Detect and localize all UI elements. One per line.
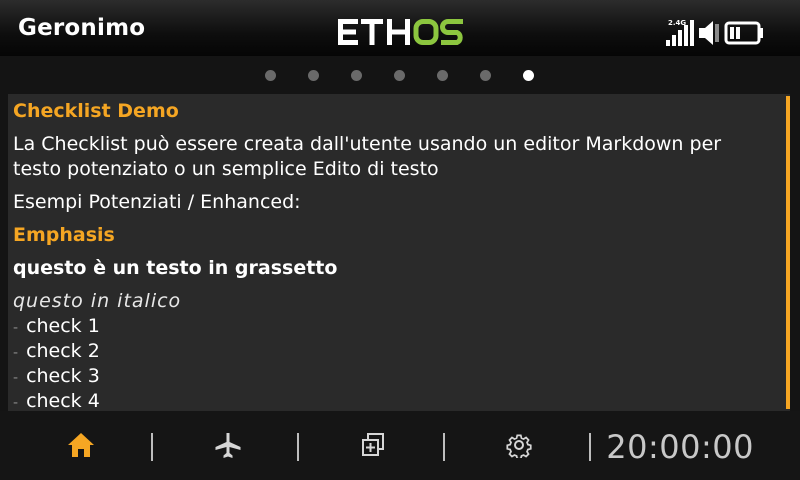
top-bar: Geronimo 2.4G [0, 0, 800, 57]
model-name[interactable]: Geronimo [18, 14, 145, 42]
model-setup-button[interactable] [308, 423, 438, 467]
nav-divider [297, 433, 299, 461]
logo-letter-e [338, 19, 358, 45]
radio-band-label: 2.4G [668, 19, 686, 27]
check-item-label: check 4 [26, 390, 100, 411]
examples-label: Esempi Potenziati / Enhanced: [13, 191, 301, 213]
bullet-mark: - [13, 370, 19, 386]
check-item: - check 3 [13, 364, 100, 390]
check-item: - check 2 [13, 339, 100, 365]
page-dot-6[interactable] [480, 70, 491, 81]
bullet-mark: - [13, 320, 19, 336]
page-indicator [0, 56, 800, 94]
checklist-title: Checklist Demo [13, 100, 179, 122]
home-icon [68, 433, 94, 457]
logo-letter-h [387, 19, 410, 45]
battery-icon [724, 21, 763, 45]
status-icons: 2.4G [666, 19, 763, 46]
logo-letter-s [440, 19, 463, 45]
scrollbar[interactable] [786, 96, 790, 409]
page-dot-4[interactable] [394, 70, 405, 81]
italic-example: questo in italico [13, 290, 182, 312]
check-item: - check 1 [13, 314, 100, 340]
logo-letter-o [413, 19, 439, 45]
bullet-mark: - [13, 345, 19, 361]
nav-divider [589, 433, 591, 461]
checklist-intro-cont: testo potenziato o un semplice Edito di … [13, 158, 439, 180]
screen: Geronimo 2.4G Checklist Demo La Checklis… [0, 0, 800, 480]
bottom-nav: 20:00:00 [0, 411, 800, 480]
clock-display[interactable]: 20:00:00 [606, 427, 754, 467]
airplane-icon [215, 433, 241, 458]
ethos-logo [338, 19, 463, 45]
check-item-label: check 3 [26, 365, 100, 387]
model-select-button[interactable] [163, 423, 293, 467]
check-item-label: check 2 [26, 340, 100, 362]
logo-letter-t [361, 19, 383, 45]
bullet-mark: - [13, 395, 19, 411]
settings-icon [506, 434, 532, 458]
nav-divider [151, 433, 153, 461]
page-dot-3[interactable] [351, 70, 362, 81]
page-dot-1[interactable] [265, 70, 276, 81]
system-settings-button[interactable] [454, 423, 584, 467]
page-dot-7-active[interactable] [523, 70, 534, 81]
nav-divider [443, 433, 445, 461]
page-dot-5[interactable] [437, 70, 448, 81]
checklist-intro: La Checklist può essere creata dall'uten… [13, 133, 722, 155]
speaker-muted-icon[interactable] [699, 21, 719, 45]
emphasis-heading: Emphasis [13, 224, 115, 246]
checklist-panel[interactable]: Checklist Demo La Checklist può essere c… [8, 94, 790, 411]
bold-example: questo è un testo in grassetto [13, 257, 338, 279]
model-setup-icon [362, 433, 384, 456]
check-item: - check 4 [13, 389, 100, 411]
page-dot-2[interactable] [308, 70, 319, 81]
home-button[interactable] [16, 423, 146, 467]
check-item-label: check 1 [26, 315, 100, 337]
